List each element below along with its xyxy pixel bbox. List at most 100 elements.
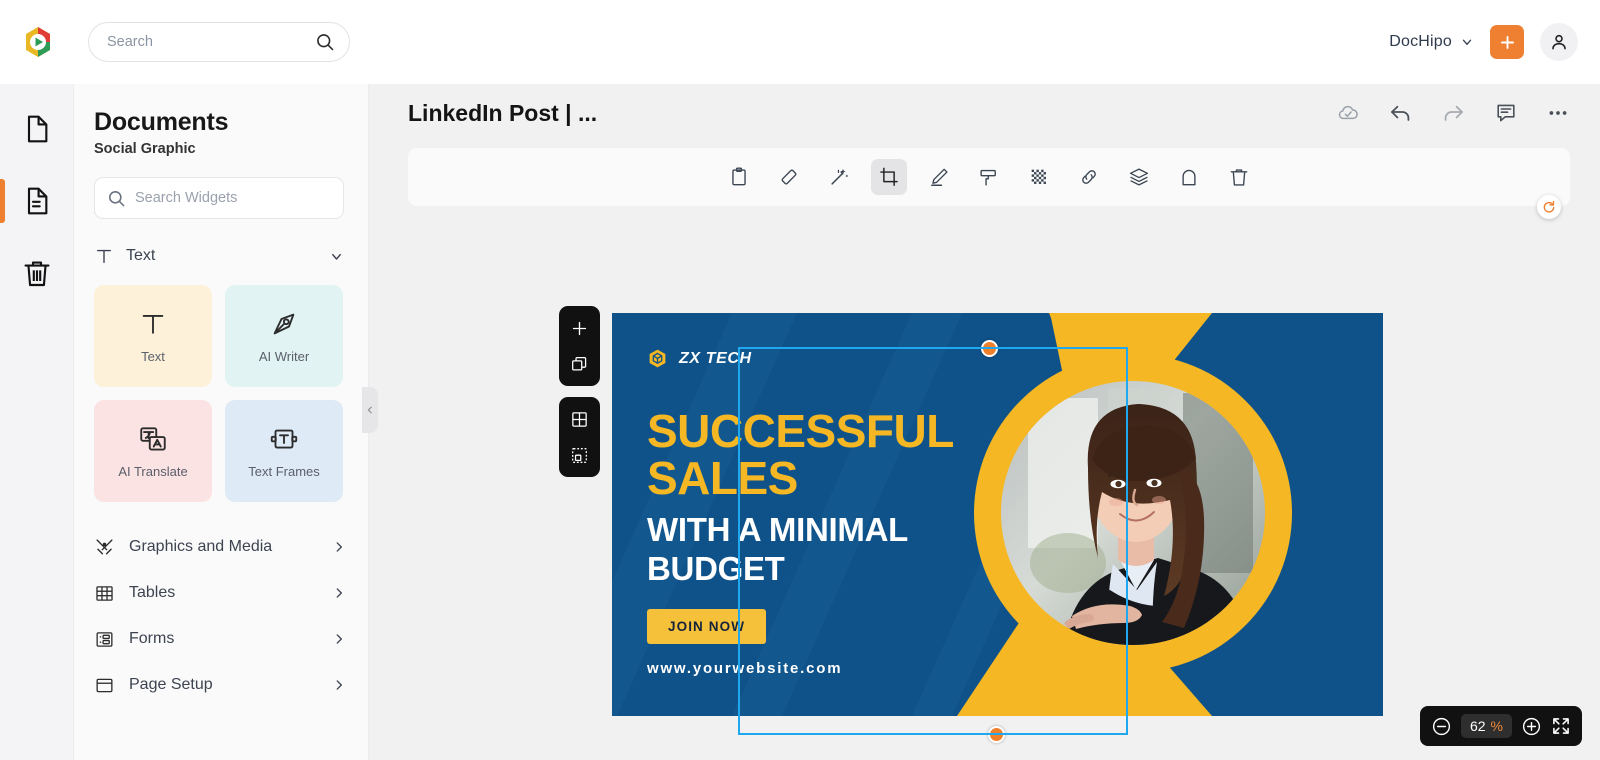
eraser-button[interactable] — [771, 159, 807, 195]
document-lines-icon — [27, 187, 47, 215]
pencil-icon — [931, 168, 948, 187]
pen-nib-icon — [273, 313, 295, 334]
cloud-check-icon — [1338, 105, 1358, 120]
more-options-button[interactable] — [1546, 101, 1570, 125]
sidebar-item-pages[interactable] — [0, 100, 74, 158]
duplicate-page-button[interactable] — [564, 349, 596, 379]
menu-item-label: Graphics and Media — [129, 538, 273, 555]
left-icon-rail — [0, 84, 74, 760]
chevron-right-icon — [336, 634, 343, 644]
document-actions — [1336, 101, 1600, 126]
undo-button[interactable] — [1388, 101, 1413, 126]
brand-name: ZX TECH — [679, 349, 752, 367]
redo-button[interactable] — [1441, 101, 1466, 126]
layers-icon — [1129, 168, 1149, 186]
section-header-text[interactable]: Text — [94, 241, 344, 271]
search-widgets-input[interactable] — [135, 190, 331, 206]
duplicate-icon — [572, 356, 587, 371]
pencil-edit-button[interactable] — [921, 159, 957, 195]
search-input[interactable] — [107, 34, 315, 50]
design-subheadline[interactable]: WITH A MINIMAL BUDGET — [647, 510, 908, 588]
page-icon — [27, 115, 47, 143]
chevron-down-icon — [1462, 39, 1472, 46]
checkerboard-icon — [1031, 169, 1046, 184]
section-label: Text — [126, 247, 156, 264]
widget-card-text[interactable]: Text — [94, 285, 212, 387]
transparency-button[interactable] — [1021, 159, 1057, 195]
headline-line-2: SALES — [647, 452, 798, 504]
widget-cards: Text AI Writer AI Translate Text Frames — [94, 285, 344, 502]
app-logo[interactable] — [0, 24, 76, 60]
join-now-button[interactable]: JOIN NOW — [647, 609, 767, 644]
sidebar-item-widgets[interactable] — [0, 172, 74, 230]
paint-roller-button[interactable] — [971, 159, 1007, 195]
zoom-out-button[interactable] — [1431, 716, 1452, 737]
page-setup-icon — [96, 678, 113, 692]
chevron-right-icon — [336, 680, 343, 690]
add-new-button[interactable] — [1490, 25, 1524, 59]
chevron-right-icon — [336, 542, 343, 552]
brand-dropdown[interactable]: DocHipo — [1389, 33, 1474, 51]
widget-card-text-frames[interactable]: Text Frames — [225, 400, 343, 502]
menu-item-graphics-and-media[interactable]: Graphics and Media — [94, 524, 346, 570]
lock-button[interactable] — [1171, 159, 1207, 195]
menu-item-page-setup[interactable]: Page Setup — [94, 662, 346, 708]
grid-icon — [572, 411, 587, 427]
canvas-area[interactable]: ZX TECH SUCCESSFUL SALES WITH A MINIMAL … — [369, 195, 1600, 760]
widget-card-ai-writer[interactable]: AI Writer — [225, 285, 343, 387]
link-button[interactable] — [1071, 159, 1107, 195]
sidebar-item-trash[interactable] — [0, 244, 74, 302]
fullscreen-icon — [1553, 718, 1569, 734]
top-left-handle[interactable] — [981, 340, 998, 357]
clipboard-button[interactable] — [721, 159, 757, 195]
grid-view-button[interactable] — [564, 404, 596, 434]
translate-icon — [140, 426, 166, 450]
layers-button[interactable] — [1121, 159, 1157, 195]
crop-button[interactable] — [871, 159, 907, 195]
widgets-panel: Documents Social Graphic Text Text — [74, 84, 369, 760]
delete-button[interactable] — [1221, 159, 1257, 195]
subhead-line-2: BUDGET — [647, 550, 785, 587]
panel-collapse-handle[interactable] — [362, 387, 378, 433]
hexagon-cube-icon — [649, 349, 666, 368]
account-button[interactable] — [1540, 23, 1578, 61]
zoom-unit: % — [1490, 718, 1503, 734]
select-area-button[interactable] — [564, 440, 596, 470]
zoom-level[interactable]: 62 % — [1460, 714, 1512, 738]
paint-roller-icon — [980, 169, 996, 186]
menu-item-forms[interactable]: Forms — [94, 616, 346, 662]
chevron-left-icon — [367, 406, 372, 414]
design-canvas[interactable]: ZX TECH SUCCESSFUL SALES WITH A MINIMAL … — [612, 313, 1383, 716]
add-page-button[interactable] — [564, 313, 596, 343]
headline-line-1: SUCCESSFUL — [647, 405, 954, 457]
document-title-bar: LinkedIn Post | ... — [369, 84, 1600, 142]
widget-search[interactable] — [94, 177, 344, 219]
undo-arrow-icon — [1391, 105, 1410, 121]
dochipo-editor-window: DocHipo — [0, 0, 1600, 760]
zoom-in-button[interactable] — [1521, 716, 1542, 737]
page-tools-group-2 — [559, 397, 600, 477]
page-tools-group-1 — [559, 306, 600, 386]
search-icon[interactable] — [315, 32, 335, 52]
magic-wand-button[interactable] — [821, 159, 857, 195]
header-right-actions: DocHipo — [1389, 23, 1600, 61]
document-title[interactable]: LinkedIn Post | ... — [408, 100, 597, 127]
brand-lockup: ZX TECH — [647, 348, 752, 369]
global-search[interactable] — [88, 22, 350, 62]
eraser-icon — [781, 169, 797, 185]
fullscreen-button[interactable] — [1551, 716, 1571, 736]
zoom-value: 62 — [1469, 718, 1486, 734]
menu-item-tables[interactable]: Tables — [94, 570, 346, 616]
comments-button[interactable] — [1494, 101, 1518, 125]
rotate-handle[interactable] — [1537, 195, 1561, 219]
design-headline[interactable]: SUCCESSFUL SALES — [647, 408, 954, 502]
bottom-left-handle[interactable] — [988, 726, 1005, 743]
rotate-icon — [1543, 200, 1555, 213]
menu-item-label: Page Setup — [129, 676, 213, 693]
link-icon — [1082, 170, 1096, 184]
clipboard-icon — [732, 167, 746, 186]
crop-icon — [880, 167, 898, 186]
cloud-saved-button[interactable] — [1336, 101, 1360, 125]
widget-card-ai-translate[interactable]: AI Translate — [94, 400, 212, 502]
redo-arrow-icon — [1444, 105, 1463, 121]
